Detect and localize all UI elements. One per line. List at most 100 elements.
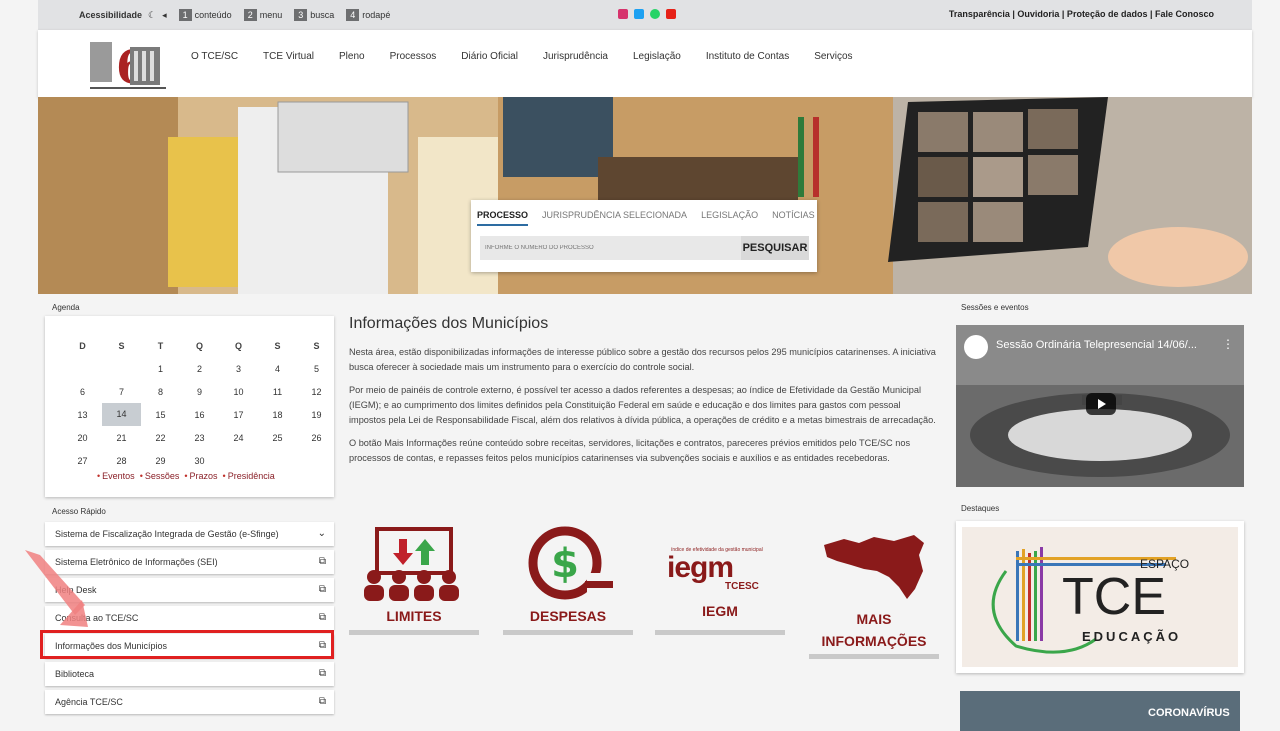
- quick-item-agencia[interactable]: Agência TCE/SC ⧉: [45, 690, 334, 714]
- more-info-paragraph: O botão Mais Informações reúne conteúdo …: [349, 438, 911, 463]
- external-link-icon[interactable]: ⧉: [319, 634, 326, 658]
- nav-item-tce[interactable]: O TCE/SC: [191, 51, 238, 62]
- iegm-sub: TCESC: [725, 581, 759, 592]
- calendar-day[interactable]: 24: [219, 433, 258, 443]
- top-links[interactable]: Transparência | Ouvidoria | Proteção de …: [949, 9, 1214, 19]
- calendar-day[interactable]: 10: [219, 387, 258, 397]
- search-input[interactable]: [480, 236, 741, 260]
- calendar-day[interactable]: 29: [141, 456, 180, 466]
- shortcut-content[interactable]: 1 conteúdo: [173, 9, 232, 21]
- tce-text: TCE: [1062, 568, 1166, 626]
- calendar-day[interactable]: 30: [180, 456, 219, 466]
- nav-item-servicos[interactable]: Serviços: [814, 51, 852, 62]
- external-link-icon[interactable]: ⧉: [319, 690, 326, 714]
- youtube-icon[interactable]: [666, 9, 676, 19]
- calendar-day[interactable]: 8: [141, 387, 180, 397]
- tab-legislacao[interactable]: LEGISLAÇÃO: [701, 210, 758, 226]
- external-link-icon[interactable]: ⧉: [319, 550, 326, 574]
- search-button[interactable]: PESQUISAR: [741, 236, 809, 260]
- calendar-day-today[interactable]: 14: [102, 403, 141, 426]
- legend-sessoes: Sessões: [140, 471, 180, 481]
- calendar-day[interactable]: 15: [141, 410, 180, 420]
- educacao-text: EDUCAÇÃO: [1082, 629, 1182, 644]
- calendar-day[interactable]: 28: [102, 456, 141, 466]
- nav-item-tce-virtual[interactable]: TCE Virtual: [263, 51, 314, 62]
- nav-item-diario-oficial[interactable]: Diário Oficial: [461, 51, 518, 62]
- calendar-day[interactable]: 27: [63, 456, 102, 466]
- shortcut-footer[interactable]: 4 rodapé: [340, 9, 390, 21]
- header: 6 O TCE/SC TCE Virtual Pleno Processos D…: [38, 30, 1252, 97]
- more-options-icon[interactable]: ⋮: [1222, 337, 1234, 351]
- external-link-icon[interactable]: ⧉: [319, 578, 326, 602]
- quick-item-municipios[interactable]: Informações dos Municípios ⧉: [40, 630, 334, 659]
- weekday-label: Q: [195, 340, 203, 351]
- shortcut-search[interactable]: 3 busca: [288, 9, 334, 21]
- nav-item-instituto[interactable]: Instituto de Contas: [706, 51, 789, 62]
- calendar-day[interactable]: 13: [63, 410, 102, 420]
- sessions-title: Sessões e eventos: [961, 303, 1029, 312]
- calendar-day[interactable]: 9: [180, 387, 219, 397]
- calendar-day[interactable]: 17: [219, 410, 258, 420]
- weekday-label: Q: [234, 340, 242, 351]
- calendar-day[interactable]: 12: [297, 387, 336, 397]
- external-link-icon[interactable]: ⧉: [319, 606, 326, 630]
- highlight-coronavirus[interactable]: CORONAVÍRUS: [960, 691, 1240, 731]
- video-title[interactable]: Sessão Ordinária Telepresencial 14/06/..…: [996, 339, 1197, 351]
- calendar-day[interactable]: 25: [258, 433, 297, 443]
- calendar-day[interactable]: 7: [102, 387, 141, 397]
- external-link-icon[interactable]: ⧉: [319, 662, 326, 686]
- nav-item-processos[interactable]: Processos: [390, 51, 437, 62]
- card-underline: [349, 630, 479, 635]
- calendar-day[interactable]: 16: [180, 410, 219, 420]
- tab-processo[interactable]: PROCESSO: [477, 210, 529, 226]
- card-despesas[interactable]: $ DESPESAS: [503, 525, 633, 635]
- font-size-icon[interactable]: ◂: [162, 10, 167, 21]
- accessibility-label[interactable]: Acessibilidade: [79, 10, 142, 20]
- calendar-day[interactable]: 6: [63, 387, 102, 397]
- contrast-icon[interactable]: ☾: [148, 10, 156, 21]
- calendar-day[interactable]: 26: [297, 433, 336, 443]
- instagram-icon[interactable]: [618, 9, 628, 19]
- card-iegm[interactable]: índice de efetividade da gestão municipa…: [655, 525, 785, 635]
- play-button[interactable]: [1086, 393, 1116, 415]
- tce-logo[interactable]: 6: [86, 37, 170, 92]
- calendar-day[interactable]: 2: [180, 364, 219, 374]
- intro-paragraph: Nesta área, estão disponibilizadas infor…: [349, 347, 936, 372]
- tab-noticias[interactable]: NOTÍCIAS: [772, 210, 815, 226]
- calendar-day[interactable]: 21: [102, 433, 141, 443]
- calendar-day[interactable]: 19: [297, 410, 336, 420]
- twitter-icon[interactable]: [634, 9, 644, 19]
- whatsapp-icon[interactable]: [650, 9, 660, 19]
- main-content: Informações dos Municípios Nesta área, e…: [349, 315, 939, 474]
- tab-jurisprudencia[interactable]: JURISPRUDÊNCIA SELECIONADA: [542, 210, 687, 226]
- calendar-day[interactable]: 1: [141, 364, 180, 374]
- panels-paragraph: Por meio de painéis de controle externo,…: [349, 385, 936, 425]
- chevron-down-icon[interactable]: ⌄: [318, 522, 326, 546]
- calendar-day[interactable]: 18: [258, 410, 297, 420]
- legend-presidencia: Presidência: [223, 471, 275, 481]
- calendar-day[interactable]: 23: [180, 433, 219, 443]
- card-limites[interactable]: LIMITES: [349, 525, 479, 635]
- calendar-day[interactable]: 22: [141, 433, 180, 443]
- calendar-day[interactable]: 5: [297, 364, 336, 374]
- calendar-day[interactable]: 11: [258, 387, 297, 397]
- iegm-logo: índice de efetividade da gestão municipa…: [655, 525, 785, 603]
- channel-avatar[interactable]: [964, 335, 988, 359]
- nav-item-legislacao[interactable]: Legislação: [633, 51, 681, 62]
- quick-item-esfinge[interactable]: Sistema de Fiscalização Integrada de Ges…: [45, 522, 334, 546]
- nav-item-jurisprudencia[interactable]: Jurisprudência: [543, 51, 608, 62]
- card-underline: [809, 654, 939, 659]
- calendar-day[interactable]: 4: [258, 364, 297, 374]
- panel-cards: LIMITES $ DESPESAS índice de efetividade…: [349, 525, 949, 665]
- nav-item-pleno[interactable]: Pleno: [339, 51, 365, 62]
- video-player[interactable]: Sessão Ordinária Telepresencial 14/06/..…: [956, 325, 1244, 487]
- agenda-legend: Eventos Sessões Prazos Presidência: [97, 471, 275, 481]
- quick-item-biblioteca[interactable]: Biblioteca ⧉: [45, 662, 334, 686]
- calendar-week: 13 14 15 16 17 18 19: [63, 403, 336, 426]
- highlight-espaco-tce[interactable]: ESPAÇO TCE EDUCAÇÃO: [956, 521, 1244, 673]
- calendar-day[interactable]: 20: [63, 433, 102, 443]
- quick-item-label: Informações dos Municípios: [55, 641, 168, 651]
- card-mais-informacoes[interactable]: MAIS INFORMAÇÕES: [809, 525, 939, 659]
- shortcut-menu[interactable]: 2 menu: [238, 9, 282, 21]
- calendar-day[interactable]: 3: [219, 364, 258, 374]
